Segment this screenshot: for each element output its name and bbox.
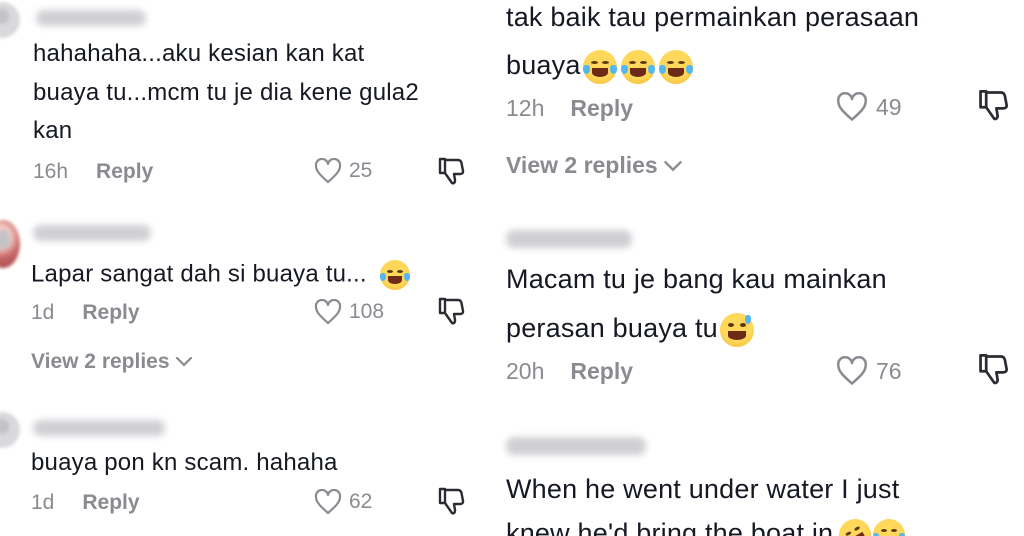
comment-text-line: Macam tu je bang kau mainkan [506, 264, 887, 294]
comment-text: perasan buaya tu [506, 313, 718, 344]
comment-text-line: Lapar sangat dah si buaya tu... [31, 260, 410, 290]
like-button[interactable]: 25 [314, 158, 372, 184]
face-with-tears-of-joy-icon [582, 50, 617, 84]
comment-text-line: perasan buaya tu [506, 313, 754, 347]
face-with-tears-of-joy-icon [658, 50, 693, 84]
comment-meta: 20h Reply [506, 358, 633, 385]
thumbs-down-icon [977, 88, 1009, 122]
comment-meta: 12h Reply [506, 95, 633, 122]
comment-timestamp: 20h [506, 358, 545, 384]
thumbs-down-icon [977, 352, 1009, 386]
username-blurred[interactable] [33, 225, 151, 241]
reply-button[interactable]: Reply [570, 95, 633, 122]
comment-text: Lapar sangat dah si buaya tu... [31, 260, 367, 288]
face-with-tears-of-joy-icon [620, 50, 655, 84]
comment-timestamp: 16h [33, 160, 69, 183]
like-button[interactable]: 62 [314, 489, 372, 515]
dislike-button[interactable] [977, 352, 1009, 386]
heart-outline-icon [314, 489, 342, 515]
dislike-button[interactable] [437, 156, 465, 186]
comment-text-line: hahahaha...aku kesian kan kat [33, 40, 365, 67]
avatar[interactable] [0, 2, 20, 38]
comment-text-line: tak baik tau permainkan perasaan [506, 2, 920, 32]
reply-button[interactable]: Reply [570, 358, 633, 385]
comment-text: buaya [506, 50, 581, 81]
heart-outline-icon [836, 92, 868, 122]
comment-timestamp: 1d [31, 301, 55, 324]
face-with-tears-of-joy-icon [873, 518, 906, 536]
username-blurred[interactable] [33, 420, 165, 436]
heart-outline-icon [836, 356, 868, 386]
like-button[interactable]: 49 [836, 92, 902, 122]
grinning-face-with-sweat-icon [719, 313, 754, 347]
comment-meta: 1d Reply [31, 301, 140, 325]
chevron-down-icon [663, 152, 683, 179]
avatar[interactable] [0, 412, 20, 448]
chevron-down-icon [175, 350, 193, 374]
username-blurred[interactable] [36, 10, 146, 26]
avatar[interactable] [0, 220, 20, 268]
comment-timestamp: 12h [506, 95, 545, 121]
reply-button[interactable]: Reply [96, 160, 153, 184]
comment-text-line: buaya tu...mcm tu je dia kene gula2 [33, 79, 419, 106]
comment-text-line: knew he'd bring the boat in [506, 513, 906, 536]
thumbs-down-icon [437, 486, 465, 516]
comment-text-line: buaya [506, 50, 693, 84]
comment-timestamp: 1d [31, 491, 55, 514]
dislike-button[interactable] [437, 296, 465, 326]
like-button[interactable]: 76 [836, 356, 902, 386]
like-count: 62 [349, 490, 373, 513]
comment-text: knew he'd bring the boat in [506, 518, 834, 536]
like-count: 108 [349, 300, 385, 323]
face-with-tears-of-joy-icon [379, 260, 410, 290]
comment-meta: 16h Reply [33, 160, 153, 184]
like-count: 76 [876, 357, 902, 384]
comment-meta: 1d Reply [31, 491, 140, 515]
heart-outline-icon [314, 299, 342, 325]
comment-text-line: buaya pon kn scam. hahaha [31, 449, 338, 476]
reply-button[interactable]: Reply [82, 301, 139, 325]
like-count: 49 [876, 93, 902, 120]
dislike-button[interactable] [977, 88, 1009, 122]
dislike-button[interactable] [437, 486, 465, 516]
view-replies-button[interactable]: View 2 replies [506, 152, 683, 179]
heart-outline-icon [314, 158, 342, 184]
username-blurred[interactable] [506, 230, 632, 248]
view-replies-button[interactable]: View 2 replies [31, 350, 193, 374]
thumbs-down-icon [437, 156, 465, 186]
like-count: 25 [349, 159, 373, 182]
username-blurred[interactable] [506, 437, 646, 455]
like-button[interactable]: 108 [314, 299, 384, 325]
rolling-on-floor-laughing-icon [833, 513, 878, 536]
comments-column-right: tak baik tau permainkan perasaan buaya 1… [494, 0, 1024, 536]
view-replies-label: View 2 replies [506, 152, 658, 178]
view-replies-label: View 2 replies [31, 350, 170, 373]
comments-column-left: hahahaha...aku kesian kan kat buaya tu..… [0, 0, 494, 536]
thumbs-down-icon [437, 296, 465, 326]
comment-text-line: kan [33, 117, 73, 144]
comment-text-line: When he went under water I just [506, 474, 900, 504]
reply-button[interactable]: Reply [82, 491, 139, 515]
